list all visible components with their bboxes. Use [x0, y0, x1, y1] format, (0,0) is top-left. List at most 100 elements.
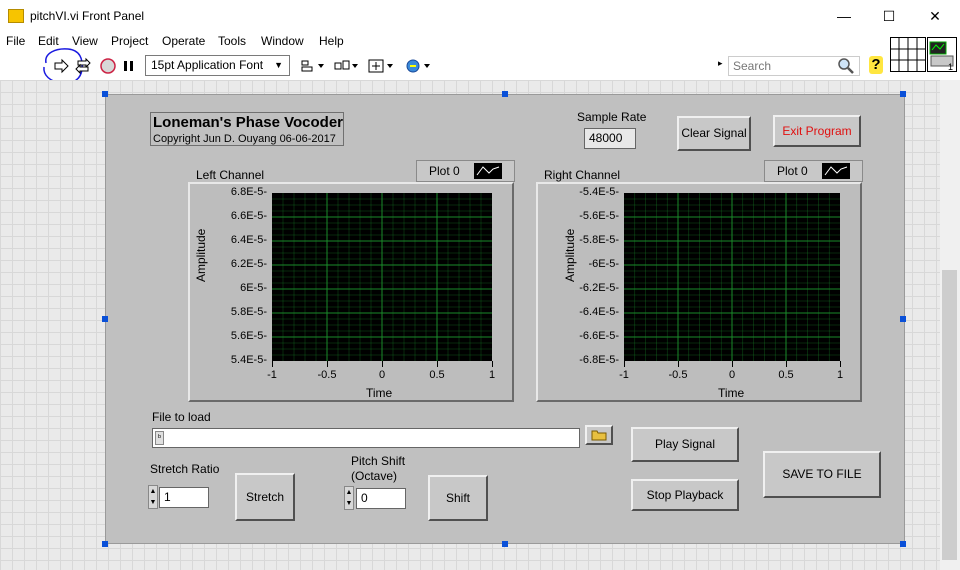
- right-y-tick-label: -6E-5-: [588, 258, 619, 270]
- file-to-load-label: File to load: [152, 410, 211, 424]
- left-x-tick-mark: [437, 361, 438, 367]
- right-x-tick-mark: [840, 361, 841, 367]
- selection-handle[interactable]: [502, 91, 508, 97]
- menu-help[interactable]: Help: [319, 34, 344, 48]
- file-path-input[interactable]: ᵇ: [152, 428, 580, 448]
- search-icon[interactable]: [837, 57, 855, 75]
- search-expand-icon[interactable]: ▸: [718, 58, 723, 69]
- right-y-tick-label: -6.6E-5-: [579, 330, 619, 342]
- left-x-tick-label: -0.5: [317, 369, 337, 381]
- plot-line-icon: [474, 163, 502, 179]
- left-y-tick-label: 5.8E-5-: [230, 306, 267, 318]
- selection-handle[interactable]: [102, 316, 108, 322]
- scrollbar-thumb[interactable]: [942, 270, 957, 560]
- left-y-tick-label: 6.2E-5-: [230, 258, 267, 270]
- close-button[interactable]: ✕: [912, 0, 958, 32]
- font-dropdown[interactable]: 15pt Application Font ▼: [145, 55, 290, 76]
- align-objects-icon[interactable]: [299, 57, 325, 75]
- stretch-ratio-label: Stretch Ratio: [150, 462, 220, 476]
- menu-window[interactable]: Window: [261, 34, 304, 48]
- right-x-axis-label: Time: [718, 386, 745, 400]
- sample-rate-indicator: 48000: [584, 128, 636, 149]
- right-x-tick-mark: [732, 361, 733, 367]
- left-x-tick-mark: [382, 361, 383, 367]
- selection-handle[interactable]: [900, 91, 906, 97]
- right-plot-area[interactable]: [624, 193, 840, 361]
- maximize-button[interactable]: ☐: [866, 0, 912, 32]
- left-x-tick-mark: [327, 361, 328, 367]
- run-arrow-icon[interactable]: [52, 57, 70, 75]
- left-y-tick-label: 5.6E-5-: [230, 330, 267, 342]
- pause-icon[interactable]: [120, 57, 138, 75]
- minimize-button[interactable]: —: [821, 0, 867, 32]
- right-plot-legend[interactable]: Plot 0: [764, 160, 863, 182]
- menu-tools[interactable]: Tools: [218, 34, 246, 48]
- selection-handle[interactable]: [900, 541, 906, 547]
- sample-rate-label: Sample Rate: [577, 110, 647, 124]
- play-signal-button[interactable]: Play Signal: [631, 427, 739, 462]
- selection-handle[interactable]: [102, 91, 108, 97]
- right-x-tick-mark: [678, 361, 679, 367]
- pitch-shift-input[interactable]: 0: [356, 488, 406, 509]
- left-y-tick-label: 6.4E-5-: [230, 234, 267, 246]
- resize-objects-icon[interactable]: [367, 57, 395, 75]
- labview-app-icon: [8, 9, 24, 23]
- pitch-shift-label: Pitch Shift: [351, 454, 406, 468]
- window-title: pitchVI.vi Front Panel: [30, 9, 145, 23]
- right-y-tick-label: -6.2E-5-: [579, 282, 619, 294]
- right-y-tick-label: -6.4E-5-: [579, 306, 619, 318]
- clear-signal-button[interactable]: Clear Signal: [677, 116, 751, 151]
- right-x-tick-label: 1: [836, 369, 844, 381]
- left-plot-legend[interactable]: Plot 0: [416, 160, 515, 182]
- menu-project[interactable]: Project: [111, 34, 148, 48]
- right-x-tick-label: 0.5: [778, 369, 794, 381]
- menu-operate[interactable]: Operate: [162, 34, 205, 48]
- stop-playback-button[interactable]: Stop Playback: [631, 479, 739, 511]
- left-y-tick-label: 6.6E-5-: [230, 210, 267, 222]
- selection-handle[interactable]: [502, 541, 508, 547]
- stretch-button[interactable]: Stretch: [235, 473, 295, 521]
- left-y-tick-label: 6E-5-: [240, 282, 267, 294]
- left-y-tick-label: 5.4E-5-: [230, 354, 267, 366]
- right-plot-legend-label: Plot 0: [777, 164, 808, 178]
- program-title: Loneman's Phase Vocoder: [153, 114, 344, 131]
- browse-button[interactable]: [585, 425, 613, 445]
- left-plot-area[interactable]: [272, 193, 492, 361]
- right-x-tick-mark: [624, 361, 625, 367]
- exit-program-button[interactable]: Exit Program: [773, 115, 861, 147]
- folder-icon: [591, 430, 607, 441]
- left-channel-label: Left Channel: [196, 168, 265, 182]
- path-type-icon: ᵇ: [155, 431, 164, 445]
- right-x-tick-label: -0.5: [668, 369, 688, 381]
- abort-icon[interactable]: [99, 57, 117, 75]
- run-continuously-icon[interactable]: [74, 57, 92, 75]
- right-y-tick-label: -5.4E-5-: [579, 186, 619, 198]
- left-x-tick-label: 0.5: [429, 369, 445, 381]
- selection-handle[interactable]: [102, 541, 108, 547]
- reorder-icon[interactable]: [404, 57, 434, 75]
- distribute-objects-icon[interactable]: [333, 57, 359, 75]
- stretch-ratio-stepper[interactable]: ▲ ▼: [148, 485, 158, 509]
- right-y-tick-label: -6.8E-5-: [579, 354, 619, 366]
- svg-text:1: 1: [948, 62, 953, 72]
- connector-pane-icon[interactable]: 1: [890, 37, 958, 73]
- copyright-text: Copyright Jun D. Ouyang 06-06-2017: [153, 133, 336, 145]
- left-y-tick-label: 6.8E-5-: [230, 186, 267, 198]
- left-x-tick-mark: [272, 361, 273, 367]
- menu-file[interactable]: File: [6, 34, 25, 48]
- right-x-tick-mark: [786, 361, 787, 367]
- selection-handle[interactable]: [900, 316, 906, 322]
- right-y-tick-label: -5.8E-5-: [579, 234, 619, 246]
- font-dropdown-value: 15pt Application Font: [151, 58, 264, 72]
- save-to-file-button[interactable]: SAVE TO FILE: [763, 451, 881, 498]
- shift-button[interactable]: Shift: [428, 475, 488, 521]
- left-x-tick-mark: [492, 361, 493, 367]
- pitch-shift-unit-label: (Octave): [351, 469, 398, 483]
- left-x-tick-label: -1: [267, 369, 277, 381]
- stretch-ratio-input[interactable]: 1: [159, 487, 209, 508]
- left-plot-legend-label: Plot 0: [429, 164, 460, 178]
- right-x-tick-label: 0: [728, 369, 736, 381]
- pitch-shift-stepper[interactable]: ▲ ▼: [344, 486, 354, 510]
- context-help-icon[interactable]: ?: [869, 56, 883, 74]
- left-y-axis-label: Amplitude: [194, 228, 208, 282]
